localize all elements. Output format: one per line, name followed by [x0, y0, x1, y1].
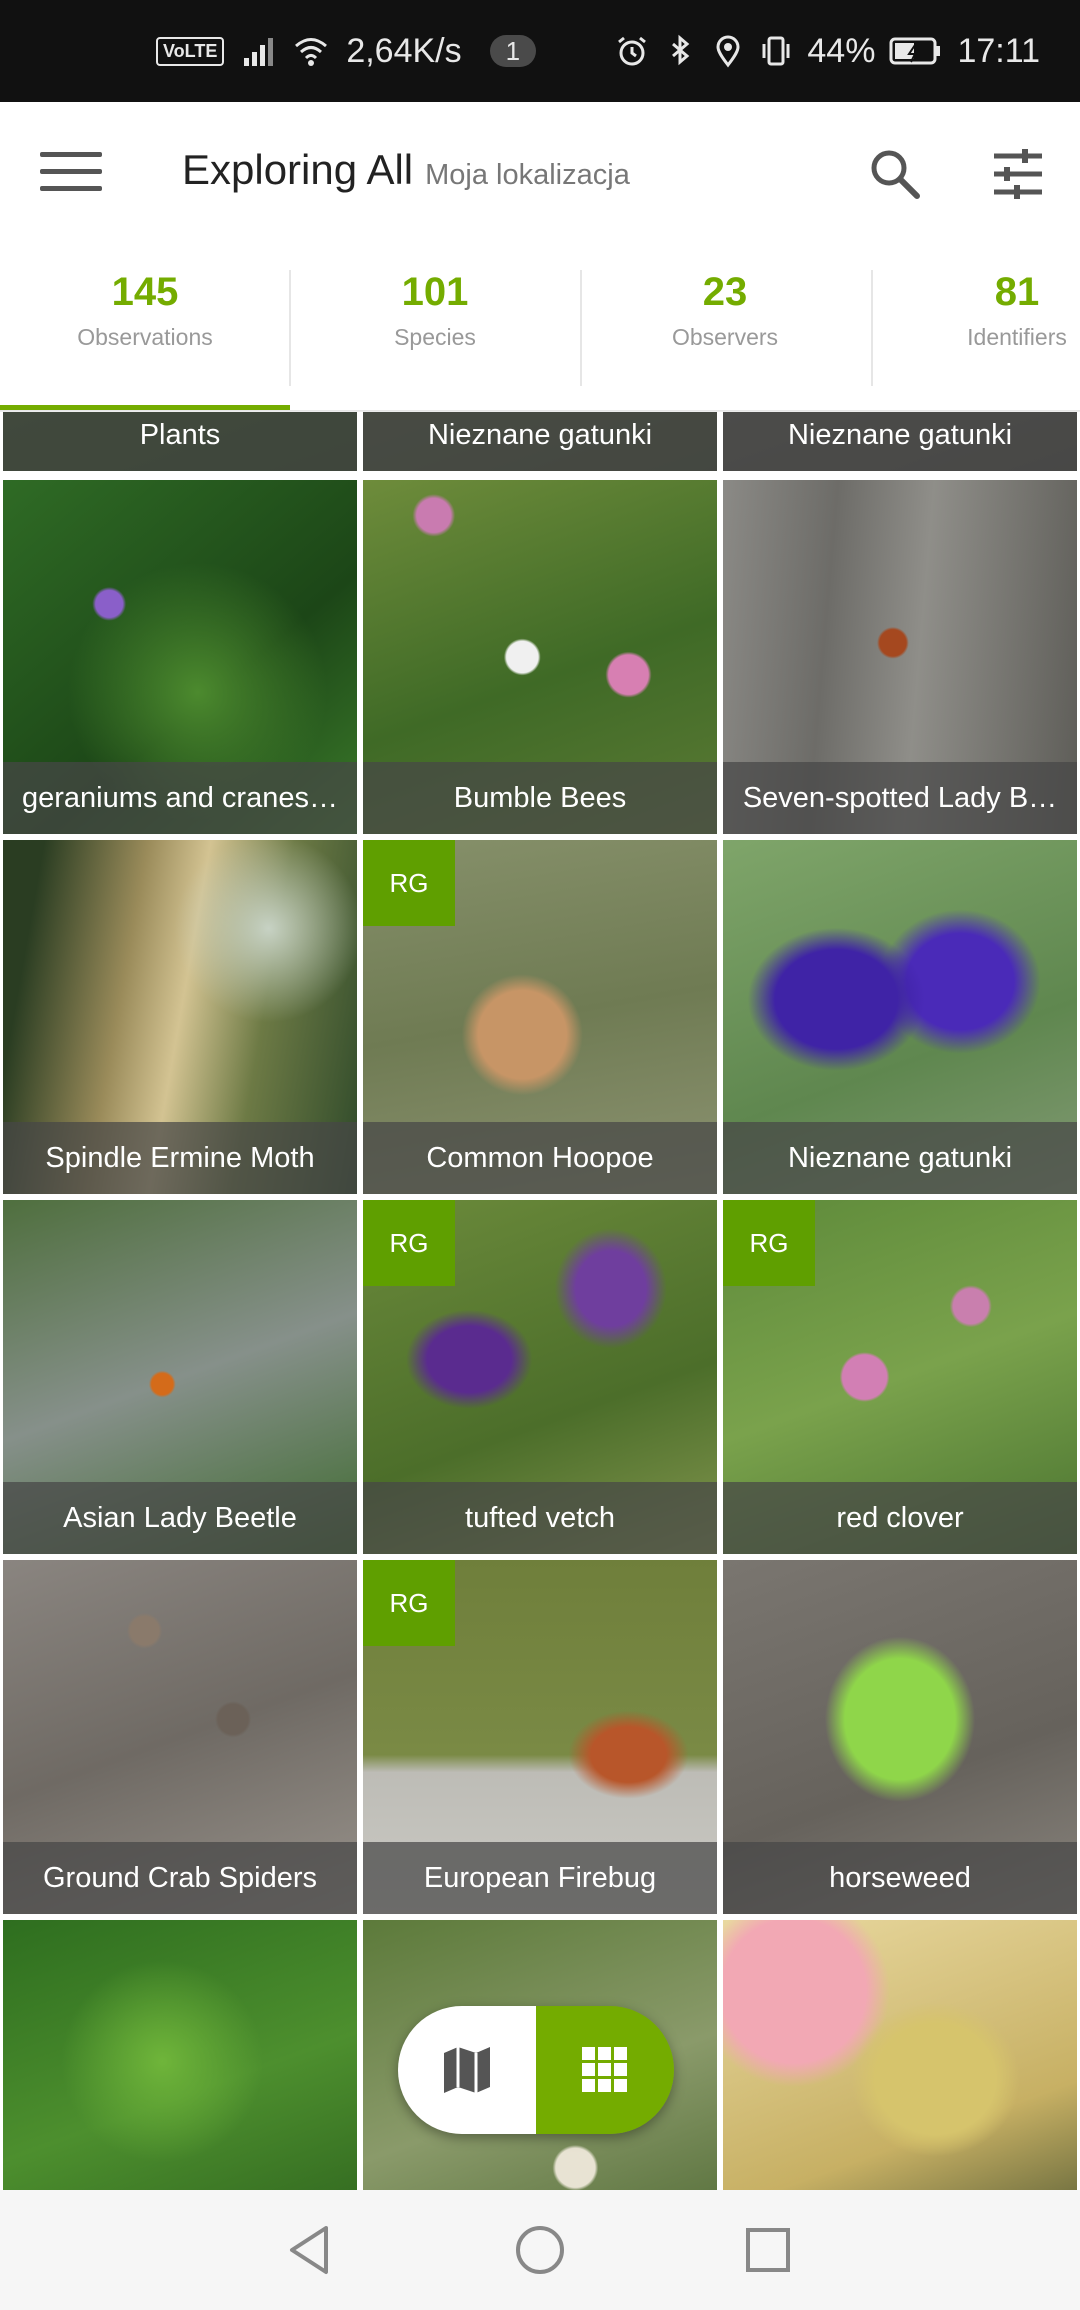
map-icon: [444, 2047, 490, 2093]
observation-tile[interactable]: Seven-spotted Lady B…: [723, 480, 1077, 834]
clock: 17:11: [957, 31, 1040, 70]
observers-label: Observers: [671, 324, 779, 350]
observations-count: 145: [111, 270, 179, 314]
notification-count: 1: [489, 35, 537, 67]
tab-identifiers[interactable]: 81 Identifiers: [872, 242, 1080, 412]
species-label: Species: [394, 324, 476, 350]
observation-tile[interactable]: Spindle Ermine Moth: [3, 840, 357, 1194]
observation-label: red clover: [723, 1482, 1077, 1554]
research-grade-badge: RG: [363, 1560, 455, 1646]
observation-label: Seven-spotted Lady B…: [723, 762, 1077, 834]
location-icon: [716, 35, 740, 68]
map-view-button[interactable]: [398, 2006, 536, 2134]
filter-button[interactable]: [990, 146, 1046, 202]
observation-tile[interactable]: Ground Crab Spiders: [3, 1560, 357, 1914]
status-left: VoLTE 2,64K/s 1: [156, 0, 537, 102]
observation-tile[interactable]: Bumble Bees: [363, 480, 717, 834]
research-grade-badge: RG: [723, 1200, 815, 1286]
page-title: Exploring All: [182, 146, 414, 193]
observation-label: Plants: [3, 412, 357, 471]
observation-label: horseweed: [723, 1842, 1077, 1914]
recents-button[interactable]: [738, 2220, 798, 2280]
stats-tabs: 145 Observations 101 Species 23 Observer…: [0, 242, 1080, 414]
observation-tile[interactable]: Nieznane gatunki: [723, 412, 1077, 471]
system-nav-bar: [0, 2190, 1080, 2310]
observation-tile[interactable]: [3, 1920, 357, 2190]
observation-tile[interactable]: Asian Lady Beetle: [3, 1200, 357, 1554]
research-grade-badge: RG: [363, 840, 455, 926]
view-toggle: [398, 2006, 674, 2134]
observation-tile[interactable]: Nieznane gatunki: [363, 412, 717, 471]
search-button[interactable]: [865, 144, 925, 204]
observation-label: Nieznane gatunki: [723, 412, 1077, 471]
observation-tile[interactable]: Plants: [3, 412, 357, 471]
observation-label: European Firebug: [363, 1842, 717, 1914]
observation-photo: [3, 1920, 357, 2190]
tab-observations[interactable]: 145 Observations: [0, 242, 290, 412]
home-icon: [516, 2226, 564, 2274]
observation-label: Asian Lady Beetle: [3, 1482, 357, 1554]
grid-icon: [582, 2047, 627, 2092]
bluetooth-icon: [672, 34, 690, 66]
status-bar: VoLTE 2,64K/s 1 44% 17:11: [0, 0, 1080, 102]
observation-label: tufted vetch: [363, 1482, 717, 1554]
observation-tile[interactable]: [723, 1920, 1077, 2190]
observation-photo: [723, 1920, 1077, 2190]
signal-icon: [244, 38, 274, 66]
observations-grid: Plants Nieznane gatunki Nieznane gatunki ge…: [0, 412, 1080, 2190]
observation-tile[interactable]: RG Common Hoopoe: [363, 840, 717, 1194]
research-grade-badge: RG: [363, 1200, 455, 1286]
observation-tile[interactable]: horseweed: [723, 1560, 1077, 1914]
observation-tile[interactable]: Nieznane gatunki: [723, 840, 1077, 1194]
identifiers-count: 81: [994, 270, 1040, 314]
menu-icon: [40, 152, 102, 191]
location-subtitle: Moja lokalizacja: [425, 159, 630, 191]
observers-count: 23: [702, 270, 748, 314]
filter-icon: [994, 149, 1042, 199]
observation-label: Common Hoopoe: [363, 1122, 717, 1194]
menu-button[interactable]: [40, 152, 102, 192]
tab-observers[interactable]: 23 Observers: [580, 242, 870, 412]
home-button[interactable]: [510, 2220, 570, 2280]
battery-percent: 44%: [807, 31, 876, 70]
observation-label: Nieznane gatunki: [363, 412, 717, 471]
observation-tile[interactable]: RG red clover: [723, 1200, 1077, 1554]
net-speed: 2,64K/s: [346, 31, 462, 70]
identifiers-label: Identifiers: [967, 324, 1067, 350]
status-right: 44% 17:11: [615, 0, 1040, 102]
back-icon: [290, 2226, 328, 2274]
back-button[interactable]: [280, 2220, 340, 2280]
tab-species[interactable]: 101 Species: [290, 242, 580, 412]
battery-icon: [889, 37, 941, 65]
alarm-icon: [618, 36, 647, 66]
title-area[interactable]: Exploring All Moja lokalizacja: [182, 146, 630, 194]
observation-label: geraniums and cranes…: [3, 762, 357, 834]
observation-label: Bumble Bees: [363, 762, 717, 834]
volte-indicator: VoLTE: [156, 36, 225, 66]
observations-label: Observations: [77, 324, 213, 350]
observation-label: Spindle Ermine Moth: [3, 1122, 357, 1194]
observation-label: Ground Crab Spiders: [3, 1842, 357, 1914]
wifi-icon: [295, 38, 328, 66]
grid-view-button[interactable]: [536, 2006, 674, 2134]
search-icon: [871, 150, 920, 199]
observation-label: Nieznane gatunki: [723, 1122, 1077, 1194]
observation-tile[interactable]: RG tufted vetch: [363, 1200, 717, 1554]
app-bar: Exploring All Moja lokalizacja: [0, 102, 1080, 242]
species-count: 101: [401, 270, 469, 314]
vibrate-icon: [762, 36, 790, 66]
recents-icon: [746, 2228, 790, 2272]
observation-tile[interactable]: geraniums and cranes…: [3, 480, 357, 834]
observation-tile[interactable]: RG European Firebug: [363, 1560, 717, 1914]
